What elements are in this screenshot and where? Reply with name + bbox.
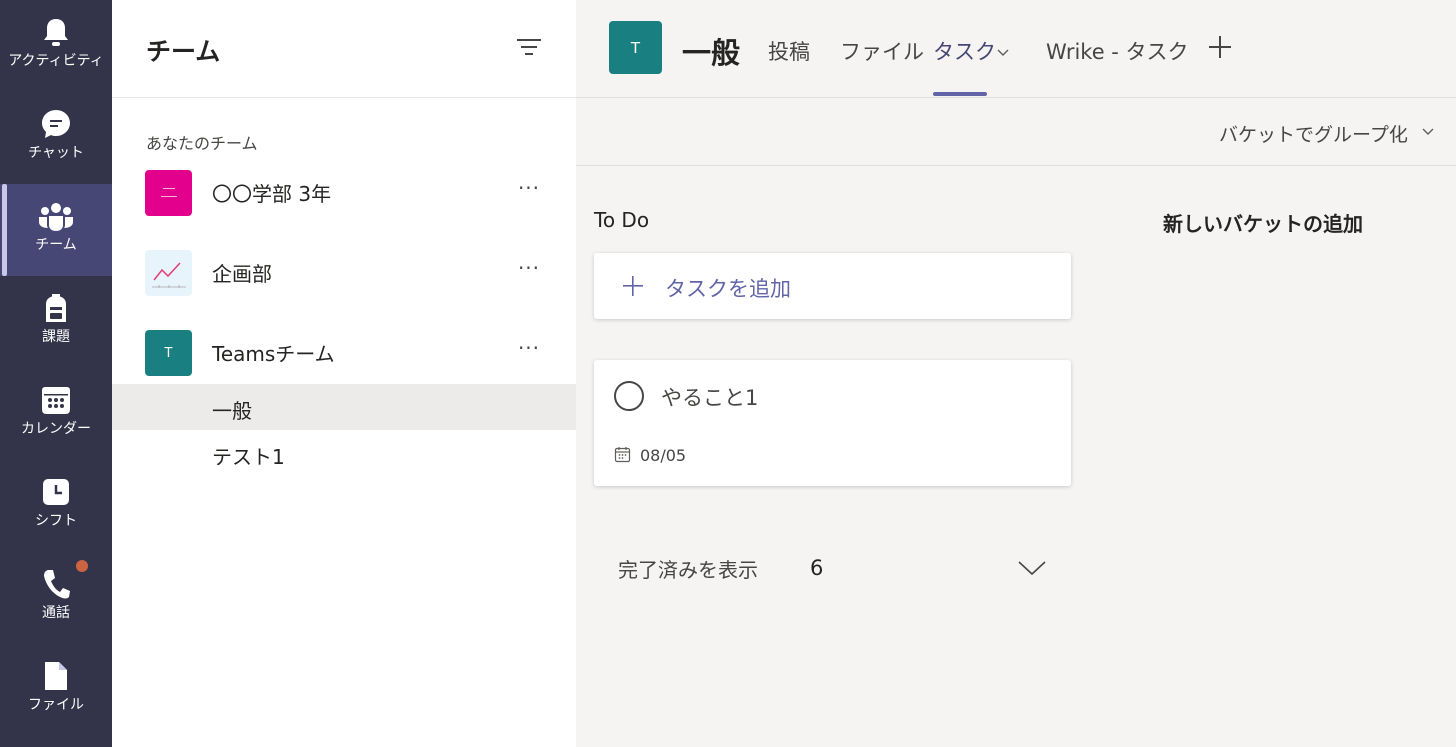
complete-task-checkbox[interactable] [614, 381, 644, 411]
add-tab-icon[interactable] [1206, 33, 1234, 61]
rail-label: アクティビティ [8, 53, 104, 69]
rail-item-teams[interactable]: チーム [0, 184, 112, 276]
channel-item-test1[interactable]: テスト1 [112, 430, 576, 476]
rail-item-shifts[interactable]: シフト [0, 460, 112, 552]
team-item[interactable]: T Teamsチーム ··· [112, 322, 576, 382]
add-bucket-button[interactable]: 新しいバケットの追加 [1163, 208, 1363, 237]
rail-item-assignments[interactable]: 課題 [0, 276, 112, 368]
channel-header: T 一般 投稿 ファイル タスク Wrike - タスク [576, 0, 1456, 98]
channel-title: 一般 [682, 36, 741, 70]
tab-files[interactable]: ファイル [840, 36, 924, 66]
teams-icon [38, 198, 74, 234]
notification-badge [76, 560, 88, 572]
bell-icon [38, 14, 74, 50]
filter-icon[interactable] [516, 37, 542, 57]
team-name: 〇〇学部 3年 [212, 182, 332, 206]
team-name: 企画部 [212, 262, 272, 286]
task-board: To Do 新しいバケットの追加 タスクを追加 やること1 08/05 完了済み… [576, 166, 1456, 747]
show-completed-toggle[interactable]: 完了済みを表示 [618, 554, 758, 583]
channel-name: テスト1 [212, 445, 285, 469]
active-tab-indicator [933, 92, 987, 96]
plus-icon [622, 275, 644, 297]
rail-label: 課題 [42, 329, 70, 345]
team-item[interactable]: 〇〇学部 3年 ··· [112, 162, 576, 222]
rail-item-chat[interactable]: チャット [0, 92, 112, 184]
team-avatar [145, 250, 192, 296]
rail-label: チャット [28, 145, 84, 161]
task-due-date: 08/05 [640, 446, 687, 465]
rail-item-files[interactable]: ファイル [0, 644, 112, 736]
calendar-icon [614, 446, 631, 463]
task-card[interactable]: やること1 08/05 [594, 360, 1071, 486]
chevron-down-icon[interactable] [1420, 124, 1436, 140]
more-options-icon[interactable]: ··· [514, 176, 544, 204]
channel-item-general[interactable]: 一般 [112, 384, 576, 430]
task-title: やること1 [661, 386, 759, 410]
backpack-icon [38, 290, 74, 326]
tab-wrike-tasks[interactable]: Wrike - タスク [1046, 36, 1189, 66]
chevron-down-icon[interactable] [1017, 557, 1047, 579]
team-avatar [145, 170, 192, 216]
team-item[interactable]: 企画部 ··· [112, 242, 576, 302]
phone-icon [38, 566, 74, 602]
bucket-title: To Do [594, 208, 650, 232]
main-area: T 一般 投稿 ファイル タスク Wrike - タスク バケットでグループ化 … [576, 0, 1456, 747]
more-options-icon[interactable]: ··· [514, 336, 544, 364]
tab-posts[interactable]: 投稿 [768, 36, 810, 66]
chevron-down-icon[interactable] [996, 43, 1010, 56]
add-task-label: タスクを追加 [665, 277, 791, 301]
teams-pane: チーム あなたのチーム 〇〇学部 3年 ··· 企画部 ··· T Teamsチ… [112, 0, 576, 747]
rail-item-activity[interactable]: アクティビティ [0, 0, 112, 92]
rail-label: チーム [35, 237, 77, 253]
more-options-icon[interactable]: ··· [514, 256, 544, 284]
calendar-icon [38, 382, 74, 418]
completed-count: 6 [810, 556, 824, 580]
rail-label: 通話 [42, 605, 70, 621]
team-name: Teamsチーム [212, 342, 335, 366]
clock-icon [38, 474, 74, 510]
teams-header: チーム [112, 0, 576, 98]
team-avatar: T [145, 330, 192, 376]
board-toolbar: バケットでグループ化 [576, 98, 1456, 166]
channel-name: 一般 [212, 399, 252, 423]
channel-avatar: T [609, 21, 662, 74]
app-rail: アクティビティ チャット チーム 課題 カレンダー シフト 通話 ファイル [0, 0, 112, 747]
section-label: あなたのチーム [146, 134, 258, 153]
group-by-dropdown[interactable]: バケットでグループ化 [1219, 120, 1408, 147]
rail-label: ファイル [28, 697, 84, 713]
add-task-button[interactable]: タスクを追加 [594, 253, 1071, 319]
rail-label: カレンダー [21, 421, 91, 437]
tab-tasks[interactable]: タスク [933, 36, 996, 66]
rail-label: シフト [35, 513, 77, 529]
rail-item-calendar[interactable]: カレンダー [0, 368, 112, 460]
pane-title: チーム [146, 37, 221, 66]
file-icon [38, 658, 74, 694]
rail-item-calls[interactable]: 通話 [0, 552, 112, 644]
chat-icon [38, 106, 74, 142]
